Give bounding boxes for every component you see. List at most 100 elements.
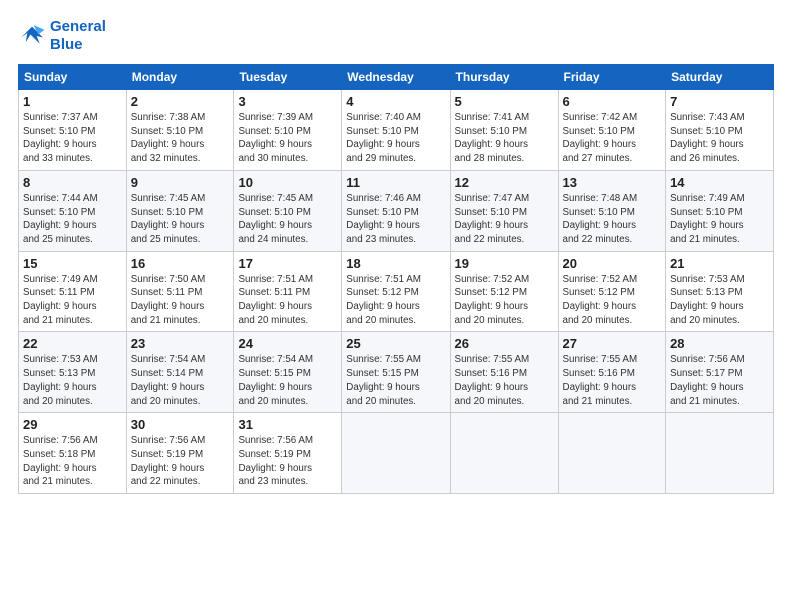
day-number: 2 bbox=[131, 94, 230, 109]
day-cell: 1 Sunrise: 7:37 AM Sunset: 5:10 PM Daylig… bbox=[19, 90, 127, 171]
day-detail: Sunrise: 7:44 AM Sunset: 5:10 PM Dayligh… bbox=[23, 192, 122, 247]
day-cell bbox=[666, 413, 774, 494]
week-row-4: 22 Sunrise: 7:53 AM Sunset: 5:13 PM Dayli… bbox=[19, 332, 774, 413]
logo-text: General Blue bbox=[50, 18, 106, 54]
day-detail: Sunrise: 7:56 AM Sunset: 5:19 PM Dayligh… bbox=[238, 434, 337, 489]
day-cell: 26 Sunrise: 7:55 AM Sunset: 5:16 PM Dayli… bbox=[450, 332, 558, 413]
col-header-thursday: Thursday bbox=[450, 65, 558, 90]
day-number: 23 bbox=[131, 336, 230, 351]
day-cell bbox=[558, 413, 666, 494]
week-row-5: 29Sunrise: 7:56 AM Sunset: 5:18 PM Dayli… bbox=[19, 413, 774, 494]
day-number: 29 bbox=[23, 417, 122, 432]
day-detail: Sunrise: 7:45 AM Sunset: 5:10 PM Dayligh… bbox=[131, 192, 230, 247]
week-row-3: 15Sunrise: 7:49 AM Sunset: 5:11 PM Dayli… bbox=[19, 251, 774, 332]
week-row-1: 1 Sunrise: 7:37 AM Sunset: 5:10 PM Daylig… bbox=[19, 90, 774, 171]
col-header-sunday: Sunday bbox=[19, 65, 127, 90]
day-number: 22 bbox=[23, 336, 122, 351]
day-cell: 27Sunrise: 7:55 AM Sunset: 5:16 PM Dayli… bbox=[558, 332, 666, 413]
day-detail: Sunrise: 7:54 AM Sunset: 5:14 PM Dayligh… bbox=[131, 353, 230, 408]
day-number: 24 bbox=[238, 336, 337, 351]
day-cell: 21 Sunrise: 7:53 AM Sunset: 5:13 PM Dayli… bbox=[666, 251, 774, 332]
day-cell: 22 Sunrise: 7:53 AM Sunset: 5:13 PM Dayli… bbox=[19, 332, 127, 413]
day-cell: 19 Sunrise: 7:52 AM Sunset: 5:12 PM Dayli… bbox=[450, 251, 558, 332]
day-cell: 6 Sunrise: 7:42 AM Sunset: 5:10 PM Daylig… bbox=[558, 90, 666, 171]
day-cell: 25 Sunrise: 7:55 AM Sunset: 5:15 PM Dayli… bbox=[342, 332, 450, 413]
day-detail: Sunrise: 7:56 AM Sunset: 5:17 PM Dayligh… bbox=[670, 353, 769, 408]
day-cell: 20 Sunrise: 7:52 AM Sunset: 5:12 PM Dayli… bbox=[558, 251, 666, 332]
day-number: 18 bbox=[346, 256, 445, 271]
col-header-friday: Friday bbox=[558, 65, 666, 90]
week-row-2: 8 Sunrise: 7:44 AM Sunset: 5:10 PM Daylig… bbox=[19, 170, 774, 251]
day-number: 6 bbox=[563, 94, 662, 109]
day-cell bbox=[342, 413, 450, 494]
day-detail: Sunrise: 7:55 AM Sunset: 5:15 PM Dayligh… bbox=[346, 353, 445, 408]
day-cell: 14 Sunrise: 7:49 AM Sunset: 5:10 PM Dayli… bbox=[666, 170, 774, 251]
day-detail: Sunrise: 7:49 AM Sunset: 5:10 PM Dayligh… bbox=[670, 192, 769, 247]
day-cell: 24Sunrise: 7:54 AM Sunset: 5:15 PM Dayli… bbox=[234, 332, 342, 413]
day-detail: Sunrise: 7:37 AM Sunset: 5:10 PM Dayligh… bbox=[23, 111, 122, 166]
day-detail: Sunrise: 7:52 AM Sunset: 5:12 PM Dayligh… bbox=[455, 273, 554, 328]
day-cell: 30Sunrise: 7:56 AM Sunset: 5:19 PM Dayli… bbox=[126, 413, 234, 494]
day-number: 28 bbox=[670, 336, 769, 351]
day-number: 30 bbox=[131, 417, 230, 432]
day-number: 25 bbox=[346, 336, 445, 351]
day-number: 4 bbox=[346, 94, 445, 109]
day-detail: Sunrise: 7:51 AM Sunset: 5:12 PM Dayligh… bbox=[346, 273, 445, 328]
day-number: 10 bbox=[238, 175, 337, 190]
day-number: 9 bbox=[131, 175, 230, 190]
day-number: 26 bbox=[455, 336, 554, 351]
day-cell: 5 Sunrise: 7:41 AM Sunset: 5:10 PM Daylig… bbox=[450, 90, 558, 171]
day-number: 3 bbox=[238, 94, 337, 109]
day-detail: Sunrise: 7:41 AM Sunset: 5:10 PM Dayligh… bbox=[455, 111, 554, 166]
day-number: 11 bbox=[346, 175, 445, 190]
calendar: SundayMondayTuesdayWednesdayThursdayFrid… bbox=[18, 64, 774, 494]
day-number: 31 bbox=[238, 417, 337, 432]
day-cell: 3Sunrise: 7:39 AM Sunset: 5:10 PM Daylig… bbox=[234, 90, 342, 171]
day-number: 20 bbox=[563, 256, 662, 271]
day-number: 13 bbox=[563, 175, 662, 190]
day-number: 5 bbox=[455, 94, 554, 109]
day-cell bbox=[450, 413, 558, 494]
day-cell: 8 Sunrise: 7:44 AM Sunset: 5:10 PM Daylig… bbox=[19, 170, 127, 251]
day-detail: Sunrise: 7:48 AM Sunset: 5:10 PM Dayligh… bbox=[563, 192, 662, 247]
day-cell: 15Sunrise: 7:49 AM Sunset: 5:11 PM Dayli… bbox=[19, 251, 127, 332]
day-cell: 16Sunrise: 7:50 AM Sunset: 5:11 PM Dayli… bbox=[126, 251, 234, 332]
day-detail: Sunrise: 7:47 AM Sunset: 5:10 PM Dayligh… bbox=[455, 192, 554, 247]
day-number: 1 bbox=[23, 94, 122, 109]
logo-icon bbox=[18, 22, 46, 50]
day-number: 7 bbox=[670, 94, 769, 109]
day-cell: 7Sunrise: 7:43 AM Sunset: 5:10 PM Daylig… bbox=[666, 90, 774, 171]
day-cell: 2Sunrise: 7:38 AM Sunset: 5:10 PM Daylig… bbox=[126, 90, 234, 171]
day-detail: Sunrise: 7:42 AM Sunset: 5:10 PM Dayligh… bbox=[563, 111, 662, 166]
day-detail: Sunrise: 7:53 AM Sunset: 5:13 PM Dayligh… bbox=[670, 273, 769, 328]
day-detail: Sunrise: 7:51 AM Sunset: 5:11 PM Dayligh… bbox=[238, 273, 337, 328]
day-detail: Sunrise: 7:49 AM Sunset: 5:11 PM Dayligh… bbox=[23, 273, 122, 328]
day-detail: Sunrise: 7:46 AM Sunset: 5:10 PM Dayligh… bbox=[346, 192, 445, 247]
day-number: 27 bbox=[563, 336, 662, 351]
day-number: 12 bbox=[455, 175, 554, 190]
day-number: 14 bbox=[670, 175, 769, 190]
day-cell: 9 Sunrise: 7:45 AM Sunset: 5:10 PM Daylig… bbox=[126, 170, 234, 251]
logo: General Blue bbox=[18, 18, 106, 54]
day-cell: 10 Sunrise: 7:45 AM Sunset: 5:10 PM Dayli… bbox=[234, 170, 342, 251]
col-header-monday: Monday bbox=[126, 65, 234, 90]
day-number: 21 bbox=[670, 256, 769, 271]
day-cell: 4 Sunrise: 7:40 AM Sunset: 5:10 PM Daylig… bbox=[342, 90, 450, 171]
day-cell: 23 Sunrise: 7:54 AM Sunset: 5:14 PM Dayli… bbox=[126, 332, 234, 413]
day-number: 19 bbox=[455, 256, 554, 271]
day-cell: 12 Sunrise: 7:47 AM Sunset: 5:10 PM Dayli… bbox=[450, 170, 558, 251]
day-detail: Sunrise: 7:40 AM Sunset: 5:10 PM Dayligh… bbox=[346, 111, 445, 166]
day-cell: 31 Sunrise: 7:56 AM Sunset: 5:19 PM Dayli… bbox=[234, 413, 342, 494]
day-number: 8 bbox=[23, 175, 122, 190]
day-cell: 13 Sunrise: 7:48 AM Sunset: 5:10 PM Dayli… bbox=[558, 170, 666, 251]
day-detail: Sunrise: 7:53 AM Sunset: 5:13 PM Dayligh… bbox=[23, 353, 122, 408]
day-detail: Sunrise: 7:55 AM Sunset: 5:16 PM Dayligh… bbox=[455, 353, 554, 408]
col-header-saturday: Saturday bbox=[666, 65, 774, 90]
day-number: 17 bbox=[238, 256, 337, 271]
day-detail: Sunrise: 7:50 AM Sunset: 5:11 PM Dayligh… bbox=[131, 273, 230, 328]
day-cell: 11 Sunrise: 7:46 AM Sunset: 5:10 PM Dayli… bbox=[342, 170, 450, 251]
day-detail: Sunrise: 7:52 AM Sunset: 5:12 PM Dayligh… bbox=[563, 273, 662, 328]
day-detail: Sunrise: 7:45 AM Sunset: 5:10 PM Dayligh… bbox=[238, 192, 337, 247]
day-cell: 29Sunrise: 7:56 AM Sunset: 5:18 PM Dayli… bbox=[19, 413, 127, 494]
day-cell: 28 Sunrise: 7:56 AM Sunset: 5:17 PM Dayli… bbox=[666, 332, 774, 413]
